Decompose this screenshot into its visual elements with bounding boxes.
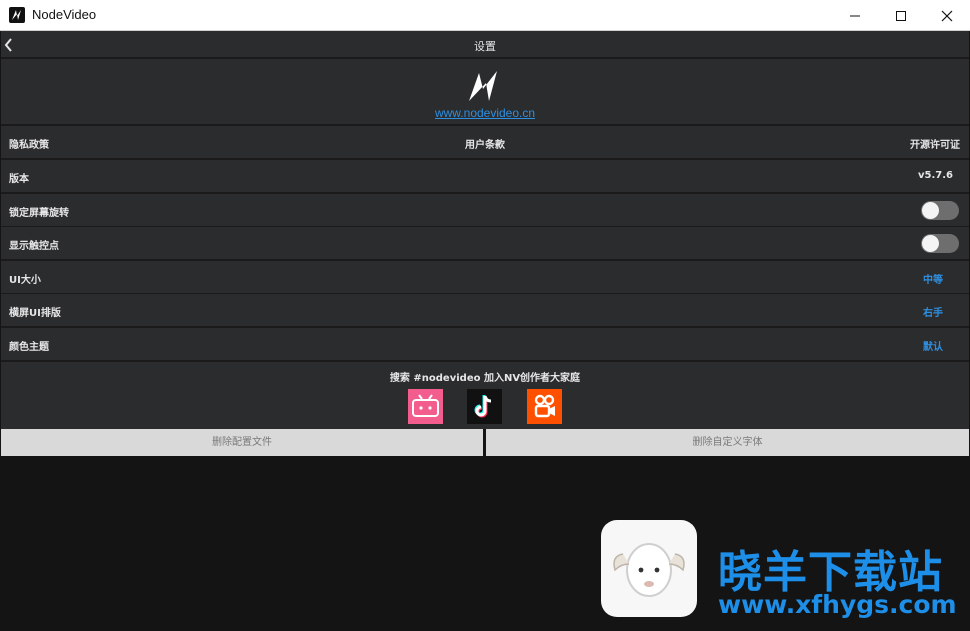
logo-section: www.nodevideo.cn <box>1 59 969 126</box>
social-section: 搜索 #nodevideo 加入NV创作者大家庭 <box>1 362 969 430</box>
setting-label: 锁定屏幕旋转 <box>9 208 69 219</box>
toggle-knob <box>922 235 939 252</box>
setting-row-color-theme[interactable]: 颜色主题 默认 <box>1 328 969 362</box>
setting-row-lock-rotation: 锁定屏幕旋转 <box>1 194 969 228</box>
maximize-button[interactable] <box>878 0 924 31</box>
setting-row-ui-size[interactable]: UI大小 中等 <box>1 261 969 295</box>
kuaishou-icon[interactable] <box>527 389 562 424</box>
website-link[interactable]: www.nodevideo.cn <box>1 106 969 120</box>
minimize-button[interactable] <box>832 0 878 31</box>
app-logo-icon <box>9 7 25 23</box>
social-invite-text: 搜索 #nodevideo 加入NV创作者大家庭 <box>389 373 581 384</box>
tiktok-icon[interactable] <box>467 389 502 424</box>
landscape-layout-value[interactable]: 右手 <box>923 304 943 319</box>
ui-size-value[interactable]: 中等 <box>923 271 943 286</box>
close-button[interactable] <box>924 0 970 31</box>
delete-config-button[interactable]: 删除配置文件 <box>1 429 483 456</box>
setting-label: 横屏UI排版 <box>9 308 61 319</box>
setting-row-version: 版本 v5.7.6 <box>1 160 969 194</box>
setting-row-show-touches: 显示触控点 <box>1 227 969 261</box>
open-source-license-link[interactable]: 开源许可证 <box>910 136 960 151</box>
settings-header: 设置 <box>1 31 969 59</box>
delete-custom-fonts-button[interactable]: 删除自定义字体 <box>486 429 969 456</box>
user-terms-link[interactable]: 用户条款 <box>1 136 969 151</box>
version-value: v5.7.6 <box>918 170 953 181</box>
page-title: 设置 <box>474 40 496 53</box>
toggle-knob <box>922 202 939 219</box>
links-row: 隐私政策 用户条款 开源许可证 <box>1 126 969 160</box>
action-buttons: 删除配置文件 删除自定义字体 <box>1 429 969 457</box>
setting-label: 显示触控点 <box>9 241 59 252</box>
window-title: NodeVideo <box>32 7 97 22</box>
setting-label: UI大小 <box>9 275 41 286</box>
lock-rotation-toggle[interactable] <box>921 201 959 220</box>
setting-row-landscape-layout[interactable]: 横屏UI排版 右手 <box>1 294 969 328</box>
watermark-url: www.xfhygs.com <box>718 590 957 619</box>
watermark-sheep-icon <box>601 520 697 617</box>
setting-label: 颜色主题 <box>9 342 49 353</box>
window-titlebar: NodeVideo <box>0 0 970 31</box>
bilibili-icon[interactable] <box>408 389 443 424</box>
nodevideo-logo-icon <box>467 69 503 103</box>
color-theme-value[interactable]: 默认 <box>923 338 943 353</box>
show-touches-toggle[interactable] <box>921 234 959 253</box>
setting-label: 版本 <box>9 174 29 185</box>
